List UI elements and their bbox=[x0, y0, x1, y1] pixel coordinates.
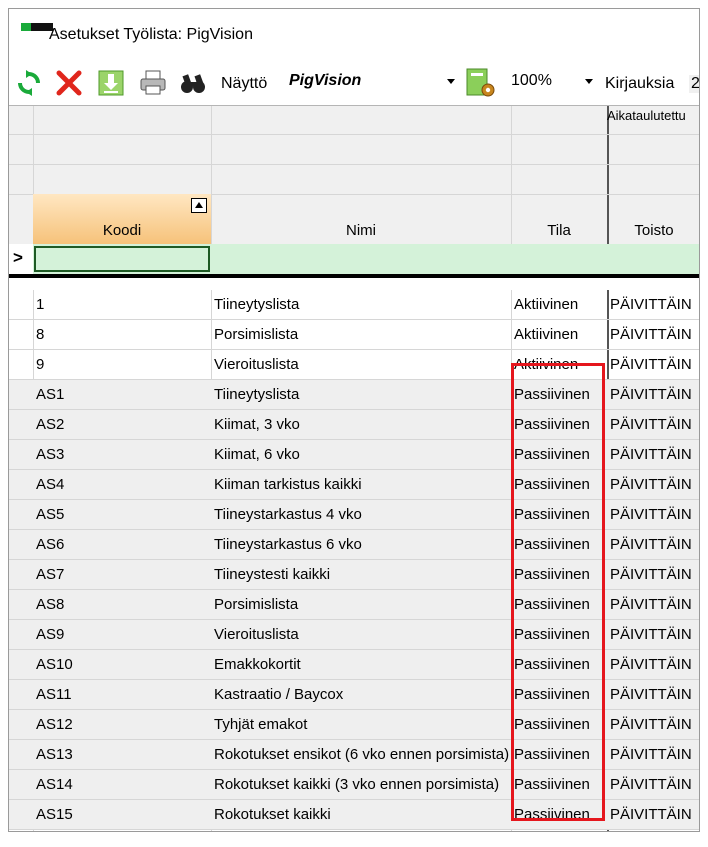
print-button[interactable] bbox=[137, 67, 169, 99]
column-header-toisto[interactable]: Toisto bbox=[609, 222, 699, 239]
cell-tila: Aktiivinen bbox=[514, 296, 579, 313]
cell-koodi: AS11 bbox=[36, 686, 72, 703]
cell-toisto: PÄIVITTÄIN bbox=[610, 746, 692, 763]
cell-nimi: Tiineystarkastus 6 vko bbox=[214, 536, 362, 553]
delete-icon bbox=[56, 70, 82, 96]
cell-koodi: 8 bbox=[36, 326, 45, 343]
cell-nimi: Porsimislista bbox=[214, 596, 299, 613]
chevron-down-icon bbox=[447, 79, 455, 84]
cell-toisto: PÄIVITTÄIN bbox=[610, 806, 692, 823]
cell-nimi: Kiiman tarkistus kaikki bbox=[214, 476, 362, 493]
window-title: Asetukset Työlista: PigVision bbox=[49, 26, 253, 43]
display-select[interactable]: PigVision bbox=[283, 69, 459, 95]
cell-toisto: PÄIVITTÄIN bbox=[610, 296, 692, 313]
cell-toisto: PÄIVITTÄIN bbox=[610, 566, 692, 583]
cell-toisto: PÄIVITTÄIN bbox=[610, 476, 692, 493]
print-icon bbox=[140, 70, 166, 95]
table-row[interactable]: 1 Tiineytyslista Aktiivinen PÄIVITTÄIN bbox=[9, 290, 699, 320]
cell-koodi: AS12 bbox=[36, 716, 73, 733]
cell-koodi: AS6 bbox=[36, 536, 65, 553]
status-column-highlight bbox=[511, 363, 605, 821]
delete-button[interactable] bbox=[53, 67, 85, 99]
cell-nimi: Vieroituslista bbox=[214, 626, 299, 643]
row-indicator: > bbox=[9, 244, 33, 274]
cell-koodi: AS7 bbox=[36, 566, 65, 583]
cell-koodi: AS14 bbox=[36, 776, 73, 793]
cell-nimi: Kiimat, 3 vko bbox=[214, 416, 300, 433]
cell-koodi: AS13 bbox=[36, 746, 73, 763]
find-button[interactable] bbox=[177, 67, 209, 99]
cell-toisto: PÄIVITTÄIN bbox=[610, 386, 692, 403]
cell-toisto: PÄIVITTÄIN bbox=[610, 776, 692, 793]
cell-koodi: AS10 bbox=[36, 656, 73, 673]
cell-toisto: PÄIVITTÄIN bbox=[610, 356, 692, 373]
sort-ascending-icon[interactable] bbox=[191, 198, 207, 213]
header-band-line bbox=[9, 134, 699, 135]
filter-row-indicator: > bbox=[13, 248, 23, 267]
cell-toisto: PÄIVITTÄIN bbox=[610, 506, 692, 523]
grid-spacer bbox=[9, 278, 699, 290]
column-header-label: Koodi bbox=[102, 222, 142, 239]
cell-toisto: PÄIVITTÄIN bbox=[610, 716, 692, 733]
display-select-value: PigVision bbox=[289, 72, 362, 89]
download-button[interactable] bbox=[95, 67, 127, 99]
binoculars-icon bbox=[181, 74, 205, 93]
cell-toisto: PÄIVITTÄIN bbox=[610, 656, 692, 673]
refresh-button[interactable] bbox=[13, 67, 45, 99]
cell-toisto: PÄIVITTÄIN bbox=[610, 596, 692, 613]
cell-koodi: AS2 bbox=[36, 416, 65, 433]
refresh-icon bbox=[18, 70, 40, 96]
cell-nimi: Kastraatio / Baycox bbox=[214, 686, 344, 703]
table-row[interactable]: 8 Porsimislista Aktiivinen PÄIVITTÄIN bbox=[9, 320, 699, 350]
chevron-down-icon bbox=[585, 79, 593, 84]
column-header-tila[interactable]: Tila bbox=[511, 222, 607, 239]
cell-toisto: PÄIVITTÄIN bbox=[610, 326, 692, 343]
cell-nimi: Tiineytyslista bbox=[214, 386, 300, 403]
column-header-nimi[interactable]: Nimi bbox=[211, 222, 511, 239]
toolbar: Näyttö PigVision 100% Kirjauksia 2 bbox=[9, 61, 699, 105]
cell-koodi: AS15 bbox=[36, 806, 73, 823]
cell-nimi: Tiineystarkastus 4 vko bbox=[214, 506, 362, 523]
title-bar: Asetukset Työlista: PigVision bbox=[9, 9, 699, 61]
settings-button[interactable] bbox=[465, 67, 497, 99]
cell-koodi: AS5 bbox=[36, 506, 65, 523]
cell-toisto: PÄIVITTÄIN bbox=[610, 416, 692, 433]
cell-koodi: 1 bbox=[36, 296, 45, 313]
cell-nimi: Rokotukset kaikki (3 vko ennen porsimist… bbox=[214, 776, 500, 793]
cell-nimi: Vieroituslista bbox=[214, 356, 299, 373]
cell-koodi: AS8 bbox=[36, 596, 65, 613]
zoom-select-value: 100% bbox=[511, 72, 552, 89]
cell-koodi: 9 bbox=[36, 356, 45, 373]
cell-nimi: Tiineystesti kaikki bbox=[214, 566, 331, 583]
cell-nimi: Emakkokortit bbox=[214, 656, 301, 673]
data-grid: Aikataulutettu Koodi Nimi Tila Toisto > … bbox=[9, 105, 699, 831]
cell-toisto: PÄIVITTÄIN bbox=[610, 686, 692, 703]
zoom-select[interactable]: 100% bbox=[505, 69, 597, 95]
display-label: Näyttö bbox=[221, 75, 268, 92]
cell-koodi: AS1 bbox=[36, 386, 65, 403]
cell-nimi: Porsimislista bbox=[214, 326, 299, 343]
cell-nimi: Rokotukset ensikot (6 vko ennen porsimis… bbox=[214, 746, 510, 763]
download-icon bbox=[98, 70, 124, 96]
cell-koodi: AS4 bbox=[36, 476, 65, 493]
header-band-line bbox=[9, 164, 699, 165]
records-label: Kirjauksia bbox=[605, 75, 675, 92]
cell-toisto: PÄIVITTÄIN bbox=[610, 536, 692, 553]
cell-nimi: Kiimat, 6 vko bbox=[214, 446, 300, 463]
group-header-scheduled: Aikataulutettu bbox=[607, 108, 686, 123]
records-count: 2 bbox=[689, 75, 700, 93]
cell-toisto: PÄIVITTÄIN bbox=[610, 446, 692, 463]
cell-nimi: Tiineytyslista bbox=[214, 296, 300, 313]
cell-nimi: Tyhjät emakot bbox=[214, 716, 308, 733]
filter-input-koodi[interactable] bbox=[34, 246, 210, 272]
cell-koodi: AS9 bbox=[36, 626, 65, 643]
cell-nimi: Rokotukset kaikki bbox=[214, 806, 331, 823]
settings-gear-icon bbox=[466, 68, 495, 97]
cell-koodi: AS3 bbox=[36, 446, 65, 463]
cell-toisto: PÄIVITTÄIN bbox=[610, 626, 692, 643]
app-window: Asetukset Työlista: PigVision Näyttö Pig… bbox=[8, 8, 700, 832]
cell-tila: Aktiivinen bbox=[514, 326, 579, 343]
column-header-koodi[interactable]: Koodi bbox=[33, 194, 212, 244]
